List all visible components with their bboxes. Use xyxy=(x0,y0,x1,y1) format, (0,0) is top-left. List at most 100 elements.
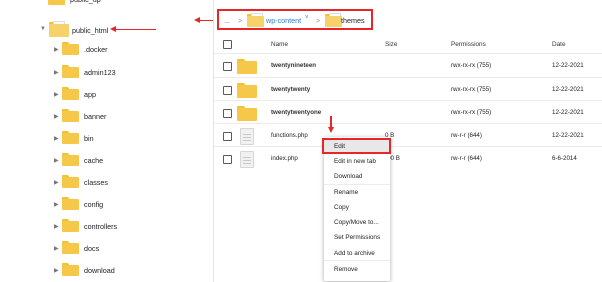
tree-item-label: classes xyxy=(84,178,108,187)
menu-item-edit-new-tab[interactable]: Edit in new tab xyxy=(334,158,376,165)
tree-item-public-html[interactable]: ▼ public_html xyxy=(0,21,213,37)
chevron-down-icon[interactable]: ˅ xyxy=(305,15,309,21)
tree-item-label: download xyxy=(84,266,115,275)
tree-item-label: public_up xyxy=(70,0,101,4)
tree-item[interactable]: ▶ .docker xyxy=(0,41,213,57)
folder-tree-sidebar: public_up ▼ public_html ▶ .docker ▶ admi… xyxy=(0,0,214,282)
tree-item[interactable]: ▶ banner xyxy=(0,108,213,124)
tree-item-label: admin123 xyxy=(84,68,116,77)
tree-item-label: cache xyxy=(84,156,104,165)
file-icon xyxy=(240,128,254,145)
menu-divider xyxy=(324,260,390,261)
column-header-size[interactable]: Size xyxy=(385,41,397,48)
tree-item[interactable]: ▶ config xyxy=(0,196,213,212)
row-checkbox[interactable] xyxy=(223,155,232,164)
folder-icon xyxy=(237,106,257,121)
file-icon xyxy=(240,151,254,168)
caret-right-icon[interactable]: ▶ xyxy=(54,245,59,252)
tree-item-top[interactable]: public_up xyxy=(0,0,213,8)
tree-item[interactable]: ▶ cache xyxy=(0,152,213,168)
breadcrumb-item-wp-content[interactable]: wp-content xyxy=(266,16,301,25)
caret-right-icon[interactable]: ▶ xyxy=(54,223,59,230)
file-permissions: rwx-rx-rx (755) xyxy=(451,62,492,69)
caret-down-icon[interactable]: ▼ xyxy=(40,26,46,32)
menu-item-rename[interactable]: Rename xyxy=(334,189,358,196)
file-name[interactable]: twentytwenty xyxy=(271,86,310,93)
tree-item-label: config xyxy=(84,200,104,209)
tree-item[interactable]: ▶ app xyxy=(0,86,213,102)
menu-divider xyxy=(324,184,390,185)
tree-item-label: .docker xyxy=(84,45,108,54)
edit-highlight-box xyxy=(322,138,391,154)
menu-item-download[interactable]: Download xyxy=(334,173,362,180)
breadcrumb-item-current: themes xyxy=(341,16,365,25)
row-checkbox[interactable] xyxy=(223,132,232,141)
divider xyxy=(214,53,602,54)
column-header-permissions[interactable]: Permissions xyxy=(451,41,486,48)
folder-icon xyxy=(62,65,79,78)
file-name[interactable]: twentytwentyone xyxy=(271,109,321,116)
menu-item-remove[interactable]: Remove xyxy=(334,266,358,273)
menu-item-copy-move[interactable]: Copy/Move to... xyxy=(334,219,379,226)
file-date: 12-22-2021 xyxy=(552,109,584,116)
open-folder-icon xyxy=(49,21,69,37)
tree-item-label: controllers xyxy=(84,222,118,231)
tree-item-label: public_html xyxy=(72,26,109,35)
column-header-name[interactable]: Name xyxy=(271,41,288,48)
tree-item-label: bin xyxy=(84,134,94,143)
tree-item[interactable]: ▶ classes xyxy=(0,174,213,190)
tree-item[interactable]: ▶ docs xyxy=(0,240,213,256)
folder-icon xyxy=(48,0,65,5)
tree-item[interactable]: ▶ controllers xyxy=(0,218,213,234)
folder-icon xyxy=(237,59,257,74)
file-name[interactable]: functions.php xyxy=(271,132,308,139)
divider xyxy=(214,100,602,101)
file-permissions: rw-r-r (644) xyxy=(451,155,482,162)
caret-right-icon[interactable]: ▶ xyxy=(54,69,59,76)
caret-right-icon[interactable]: ▶ xyxy=(54,201,59,208)
folder-icon xyxy=(247,13,264,27)
breadcrumb-ellipsis[interactable]: ... xyxy=(224,16,230,25)
column-header-date[interactable]: Date xyxy=(552,41,566,48)
caret-right-icon[interactable]: ▶ xyxy=(54,113,59,120)
menu-item-add-to-archive[interactable]: Add to archive xyxy=(334,250,375,257)
folder-icon xyxy=(62,109,79,122)
row-checkbox[interactable] xyxy=(223,109,232,118)
folder-icon xyxy=(325,13,342,27)
annotation-arrow-line xyxy=(199,19,213,21)
folder-icon xyxy=(62,219,79,232)
folder-icon xyxy=(62,175,79,188)
caret-right-icon[interactable]: ▶ xyxy=(54,91,59,98)
file-name[interactable]: twentynineteen xyxy=(271,62,316,69)
annotation-arrow-head xyxy=(327,127,334,133)
folder-icon xyxy=(62,263,79,276)
caret-right-icon[interactable]: ▶ xyxy=(54,157,59,164)
row-checkbox[interactable] xyxy=(223,62,232,71)
file-name[interactable]: index.php xyxy=(271,155,298,162)
file-date: 6-6-2014 xyxy=(552,155,577,162)
folder-icon xyxy=(62,87,79,100)
caret-right-icon[interactable]: ▶ xyxy=(54,46,59,53)
menu-item-copy[interactable]: Copy xyxy=(334,204,349,211)
file-permissions: rwx-rx-rx (755) xyxy=(451,109,492,116)
menu-item-set-permissions[interactable]: Set Permissions xyxy=(334,234,380,241)
file-permissions: rwx-rx-rx (755) xyxy=(451,86,492,93)
annotation-arrow-line xyxy=(115,28,156,30)
file-list-panel: ... > wp-content ˅ > themes Name Size Pe… xyxy=(214,0,602,282)
caret-right-icon[interactable]: ▶ xyxy=(54,267,59,274)
caret-right-icon[interactable]: ▶ xyxy=(54,135,59,142)
file-date: 12-22-2021 xyxy=(552,132,584,139)
folder-icon xyxy=(62,131,79,144)
tree-item[interactable]: ▶ download xyxy=(0,262,213,278)
tree-item[interactable]: ▶ bin xyxy=(0,130,213,146)
tree-item[interactable]: ▶ admin123 xyxy=(0,64,213,80)
file-date: 12-22-2021 xyxy=(552,62,584,69)
folder-icon xyxy=(237,83,257,98)
caret-right-icon[interactable]: ▶ xyxy=(54,179,59,186)
folder-icon xyxy=(62,241,79,254)
row-checkbox[interactable] xyxy=(223,86,232,95)
folder-icon xyxy=(62,153,79,166)
menu-item-edit[interactable]: Edit xyxy=(334,143,345,150)
file-date: 12-22-2021 xyxy=(552,86,584,93)
select-all-checkbox[interactable] xyxy=(223,40,232,49)
